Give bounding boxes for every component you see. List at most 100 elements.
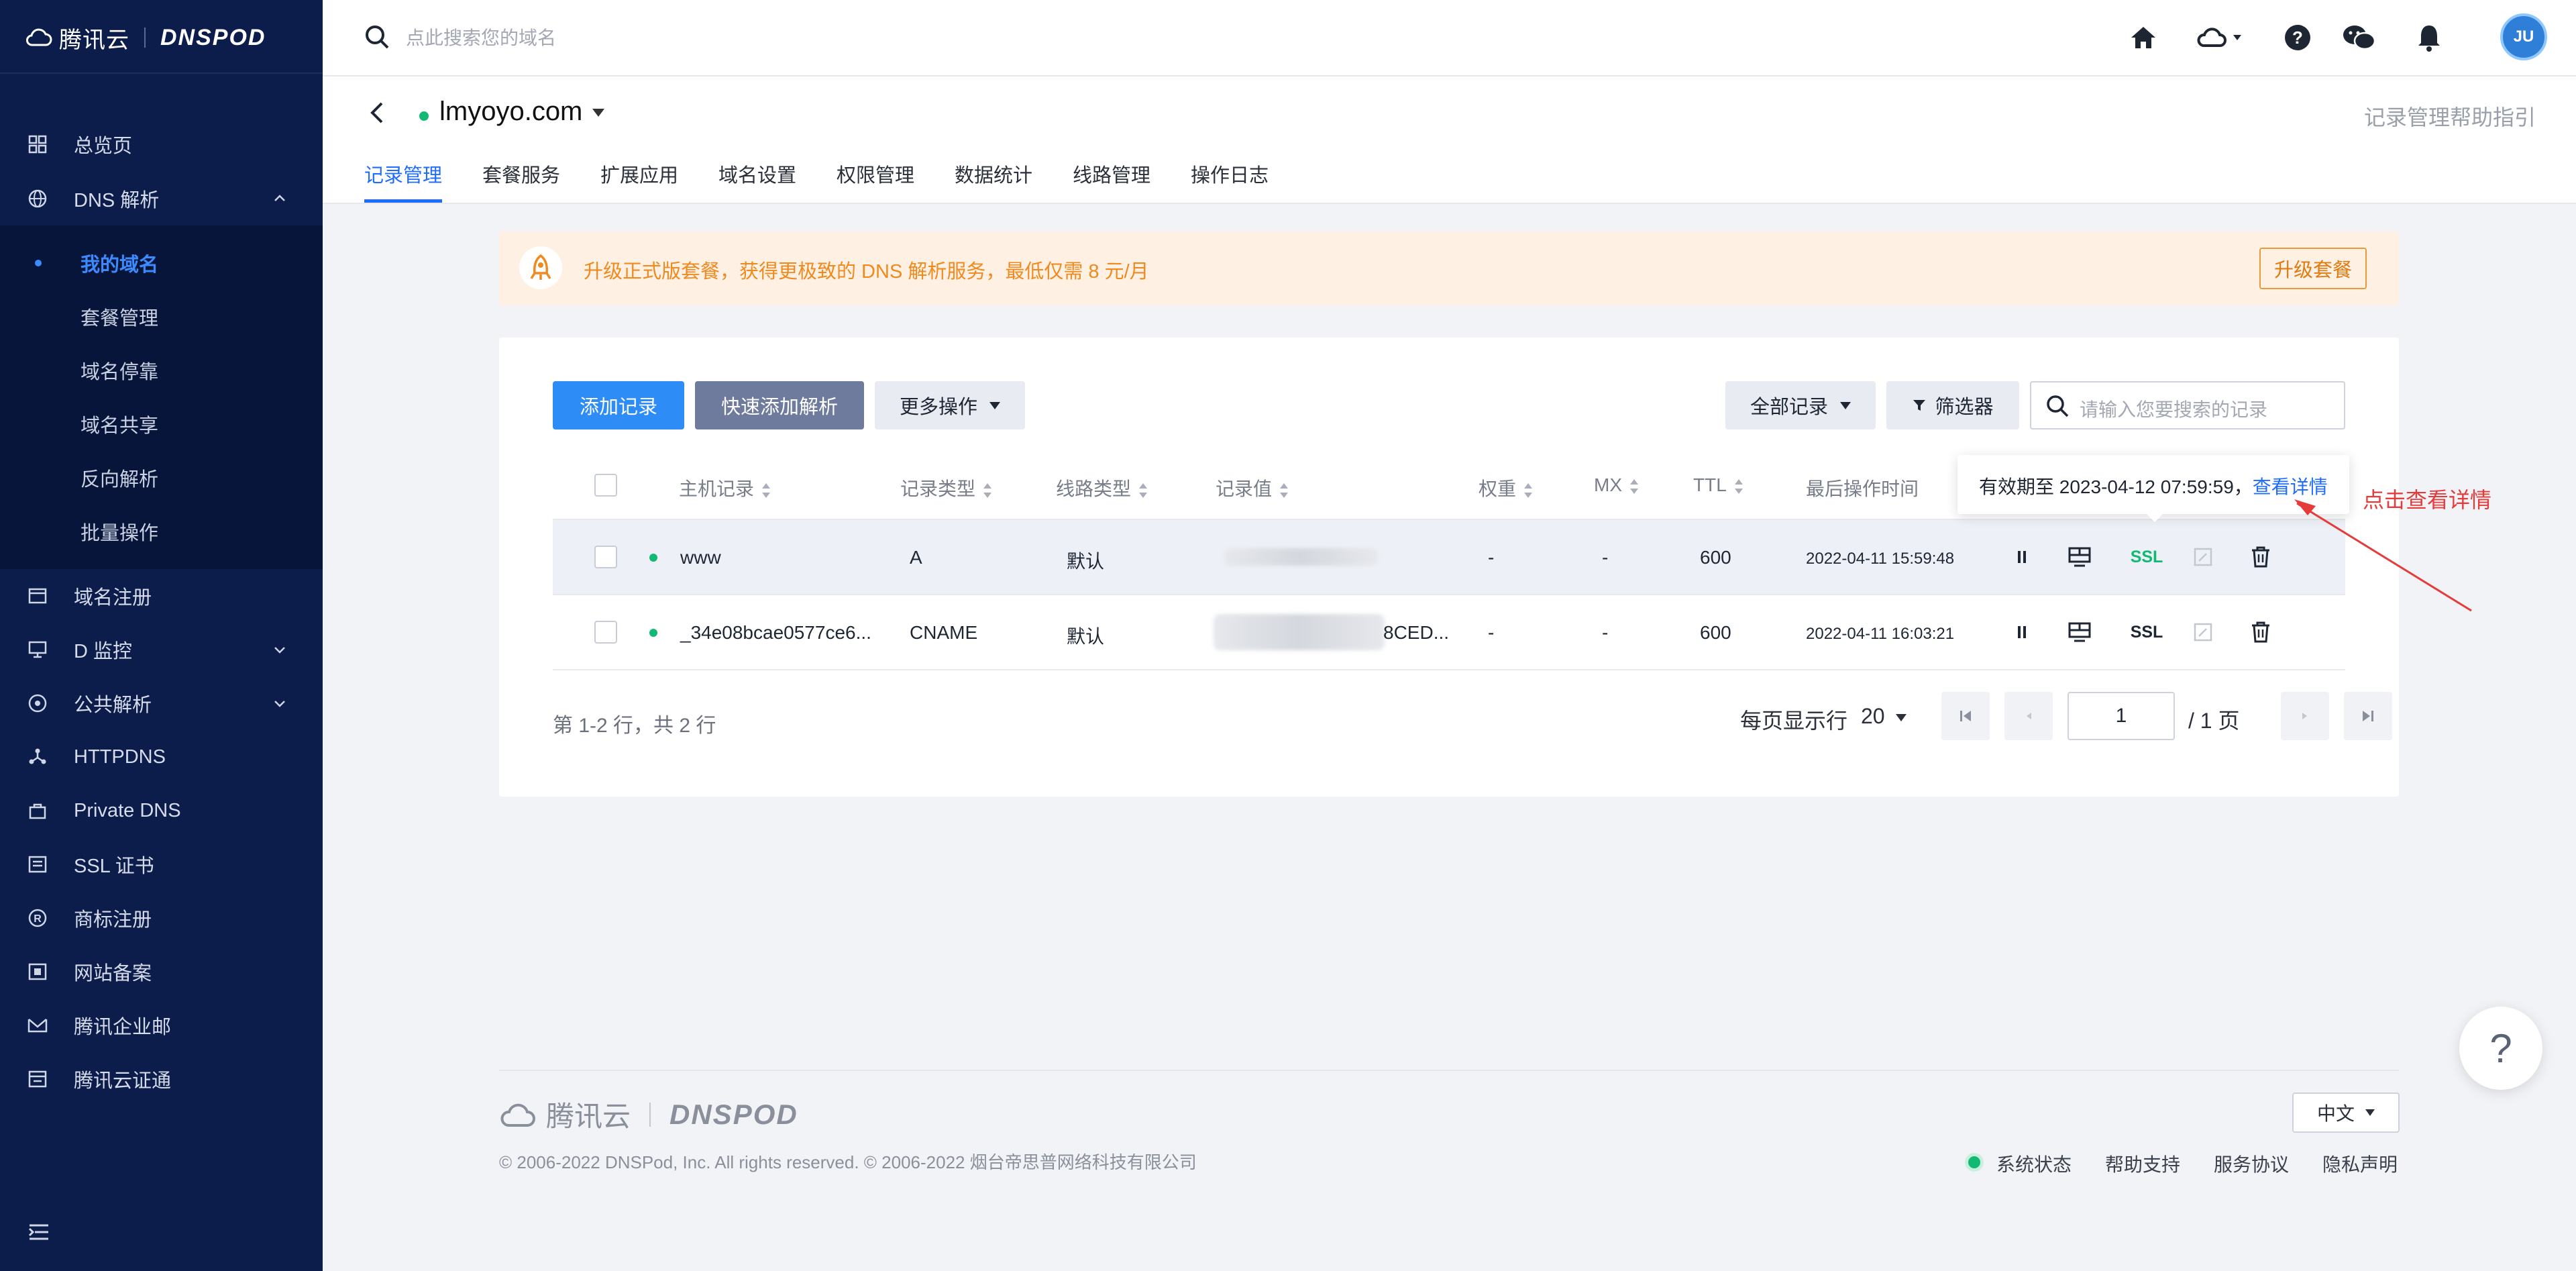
domain-status-dot: [419, 111, 429, 121]
monitor-record-icon[interactable]: [2066, 544, 2093, 570]
column-header-host[interactable]: 主机记录: [679, 474, 771, 501]
filter-label: 筛选器: [1935, 397, 1994, 418]
wechat-icon[interactable]: [2341, 21, 2378, 54]
footer-link-privacy[interactable]: 隐私声明: [2322, 1150, 2398, 1177]
sidebar-item-d-monitor[interactable]: D 监控: [0, 623, 323, 676]
pause-icon[interactable]: [2008, 619, 2035, 646]
sidebar-item-overview[interactable]: 总览页: [0, 117, 323, 171]
row-checkbox[interactable]: [594, 546, 617, 568]
avatar[interactable]: JU: [2500, 13, 2547, 60]
cell-host[interactable]: _34e08bcae0577ce6...: [680, 622, 871, 644]
upgrade-plan-button[interactable]: 升级套餐: [2259, 248, 2367, 289]
record-search-input[interactable]: 请输入您要搜索的记录: [2030, 381, 2345, 429]
table-row[interactable]: _34e08bcae0577ce6... CNAME 默认 8CED... - …: [553, 595, 2345, 670]
column-header-last-modified[interactable]: 最后操作时间: [1806, 474, 1919, 501]
trash-icon[interactable]: [2247, 619, 2274, 646]
cloud-logo-icon: [26, 28, 52, 46]
home-icon[interactable]: [2127, 21, 2159, 54]
tab-operation-log[interactable]: 操作日志: [1191, 160, 1269, 203]
sidebar-item-id-verify[interactable]: 腾讯云证通: [0, 1052, 323, 1106]
domain-name[interactable]: lmyoyo.com: [439, 97, 582, 127]
column-header-line[interactable]: 线路类型: [1056, 474, 1148, 501]
column-header-type[interactable]: 记录类型: [900, 474, 992, 501]
sidebar-subitem-reverse[interactable]: 反向解析: [0, 451, 323, 505]
help-icon[interactable]: ?: [2282, 21, 2314, 54]
tab-permissions[interactable]: 权限管理: [837, 160, 914, 203]
record-status-dot: [649, 554, 657, 562]
pause-icon[interactable]: [2008, 544, 2035, 570]
per-page-select[interactable]: 20: [1861, 704, 1907, 729]
domain-search[interactable]: 点此搜索您的域名: [363, 23, 556, 51]
first-page-button[interactable]: [1941, 692, 1990, 740]
add-record-button[interactable]: 添加记录: [553, 381, 684, 429]
page-number-input[interactable]: 1: [2068, 692, 2175, 740]
sidebar-item-label: 总览页: [74, 136, 133, 157]
search-icon: [2047, 395, 2069, 417]
sidebar-item-private-dns[interactable]: Private DNS: [0, 784, 323, 837]
sidebar-subitem-my-domains[interactable]: 我的域名: [0, 236, 323, 290]
sidebar-subitem-batch[interactable]: 批量操作: [0, 505, 323, 558]
column-header-mx[interactable]: MX: [1594, 474, 1638, 496]
trash-icon[interactable]: [2247, 544, 2274, 570]
help-guide-link[interactable]: 记录管理帮助指引: [2364, 101, 2536, 132]
last-page-button[interactable]: [2344, 692, 2392, 740]
row-checkbox[interactable]: [594, 621, 617, 644]
quick-add-button[interactable]: 快速添加解析: [695, 381, 864, 429]
footer-link-support[interactable]: 帮助支持: [2105, 1150, 2180, 1177]
ssl-badge[interactable]: SSL: [2127, 619, 2167, 646]
cell-value-suffix: 8CED...: [1383, 622, 1450, 643]
sidebar-item-icp[interactable]: 网站备案: [0, 945, 323, 999]
sidebar-item-trademark[interactable]: R 商标注册: [0, 891, 323, 945]
tab-statistics[interactable]: 数据统计: [955, 160, 1032, 203]
logo[interactable]: 腾讯云 DNSPOD: [25, 20, 266, 55]
select-all-checkbox[interactable]: [594, 474, 617, 497]
cell-last-modified: 2022-04-11 16:03:21: [1806, 625, 1955, 643]
more-ops-button[interactable]: 更多操作: [875, 381, 1025, 429]
upgrade-banner: 升级正式版套餐，获得更极致的 DNS 解析服务，最低仅需 8 元/月 升级套餐: [499, 232, 2399, 305]
filter-button[interactable]: 筛选器: [1886, 381, 2019, 429]
rocket-icon: [519, 246, 562, 289]
cell-host[interactable]: www: [680, 547, 721, 568]
column-header-value[interactable]: 记录值: [1216, 474, 1289, 501]
next-page-button[interactable]: [2281, 692, 2329, 740]
sidebar-item-httpdns[interactable]: HTTPDNS: [0, 730, 323, 784]
caret-down-icon: [989, 401, 1000, 409]
sidebar-subitem-parking[interactable]: 域名停靠: [0, 344, 323, 397]
certificate-icon: [27, 854, 48, 875]
footer-logo: 腾讯云 DNSPOD: [499, 1094, 798, 1135]
bell-icon[interactable]: [2413, 21, 2445, 54]
prev-page-button[interactable]: [2004, 692, 2053, 740]
monitor-record-icon[interactable]: [2066, 619, 2093, 646]
all-records-dropdown[interactable]: 全部记录: [1725, 381, 1876, 429]
sidebar-item-domain-registration[interactable]: 域名注册: [0, 569, 323, 623]
table-row[interactable]: www A 默认 - - 600 2022-04-11 15:59:48 SSL: [553, 520, 2345, 595]
cell-ttl: 600: [1700, 622, 1731, 643]
sidebar-subitem-label: 域名停靠: [80, 362, 159, 383]
column-header-weight[interactable]: 权重: [1479, 474, 1533, 501]
ssl-badge[interactable]: SSL: [2127, 544, 2167, 570]
active-dot: [35, 260, 42, 266]
footer-link-status[interactable]: 系统状态: [1996, 1150, 2072, 1177]
sidebar-subitem-plans[interactable]: 套餐管理: [0, 290, 323, 344]
language-select[interactable]: 中文: [2292, 1092, 2400, 1133]
cloud-menu-icon[interactable]: [2196, 21, 2249, 54]
tab-plan-service[interactable]: 套餐服务: [482, 160, 560, 203]
footer-link-agreement[interactable]: 服务协议: [2214, 1150, 2289, 1177]
cell-type: A: [910, 547, 922, 568]
sidebar-subitem-sharing[interactable]: 域名共享: [0, 397, 323, 451]
cell-weight: -: [1488, 622, 1495, 643]
product-name: DNSPOD: [160, 24, 266, 50]
sidebar-item-ssl[interactable]: SSL 证书: [0, 837, 323, 891]
domain-switch-caret-icon[interactable]: [592, 109, 604, 117]
tab-domain-settings[interactable]: 域名设置: [718, 160, 796, 203]
column-header-ttl[interactable]: TTL: [1693, 474, 1743, 496]
sidebar-item-public-dns[interactable]: 公共解析: [0, 676, 323, 730]
back-arrow-icon[interactable]: [364, 99, 391, 126]
sidebar-item-dns[interactable]: DNS 解析: [0, 172, 323, 225]
tab-line-management[interactable]: 线路管理: [1073, 160, 1150, 203]
tab-extensions[interactable]: 扩展应用: [600, 160, 678, 203]
sidebar-item-exmail[interactable]: 腾讯企业邮: [0, 999, 323, 1052]
floating-help-button[interactable]: ?: [2459, 1007, 2542, 1090]
tab-records[interactable]: 记录管理: [364, 160, 443, 203]
collapse-menu-icon[interactable]: [27, 1220, 51, 1244]
